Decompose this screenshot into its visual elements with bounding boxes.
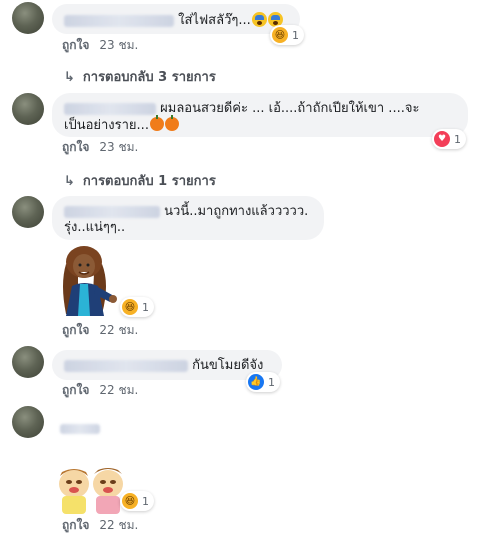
haha-icon: 😆 xyxy=(122,493,138,509)
haha-icon: 😆 xyxy=(272,27,288,43)
timestamp[interactable]: 22 ชม. xyxy=(99,518,138,532)
comment-meta: ถูกใจ 22 ชม. xyxy=(62,518,138,532)
reaction-count: 1 xyxy=(142,300,149,314)
like-link[interactable]: ถูกใจ xyxy=(62,323,89,337)
comment-bubble: ผมลอนสวยดีค่ะ ... เอ้....ถ้าถักเปียให้เข… xyxy=(52,93,468,137)
comment-text-line2: เป็นอย่างราย... xyxy=(64,118,149,133)
comment-meta: ถูกใจ 22 ชม. xyxy=(62,323,138,337)
reply-arrow-icon: ↳ xyxy=(64,70,75,85)
commenter-name[interactable] xyxy=(64,102,156,115)
reaction-count: 1 xyxy=(142,494,149,508)
timestamp[interactable]: 22 ชม. xyxy=(99,323,138,337)
haha-icon: 😆 xyxy=(122,299,138,315)
like-link[interactable]: ถูกใจ xyxy=(62,38,89,52)
comment-text-line1: นวนี้..มาถูกทางแล้ววววว. xyxy=(164,204,309,219)
comment-meta: ถูกใจ 23 ชม. xyxy=(62,140,138,154)
reaction-summary[interactable]: 😆 1 xyxy=(120,297,154,317)
reply-arrow-icon: ↳ xyxy=(64,174,75,189)
pumpkin-icon xyxy=(149,115,164,131)
timestamp[interactable]: 23 ชม. xyxy=(99,38,138,52)
like-link[interactable]: ถูกใจ xyxy=(62,140,89,154)
reaction-summary[interactable]: 😆 1 xyxy=(120,491,154,511)
comment-bubble: ใส่ไฟสลัว๊ๆ... xyxy=(52,4,300,34)
shocked-face-icon xyxy=(251,12,267,27)
like-icon: 👍 xyxy=(248,374,264,390)
reaction-summary[interactable]: 😆 1 xyxy=(270,25,304,45)
reaction-count: 1 xyxy=(292,28,299,42)
comment-text: กันขโมยดีจัง xyxy=(192,358,264,373)
pumpkin-icon xyxy=(164,115,179,131)
comment-meta: ถูกใจ 23 ชม. xyxy=(62,38,138,52)
comment-text-line2: รุ่ง..แน่ๆๆ.. xyxy=(64,220,126,235)
reaction-summary[interactable]: ♥ 1 xyxy=(432,129,466,149)
view-replies-link[interactable]: ↳ การตอบกลับ 3 รายการ xyxy=(64,66,216,87)
commenter-name[interactable] xyxy=(64,14,174,27)
commenter-name[interactable] xyxy=(64,205,160,218)
like-link[interactable]: ถูกใจ xyxy=(62,518,89,532)
love-icon: ♥ xyxy=(434,131,450,147)
commenter-name[interactable] xyxy=(60,418,100,437)
timestamp[interactable]: 23 ชม. xyxy=(99,140,138,154)
avatar[interactable] xyxy=(12,2,44,34)
replies-label: การตอบกลับ 3 รายการ xyxy=(82,70,216,85)
avatar[interactable] xyxy=(12,406,44,438)
comment-text-line1: ผมลอนสวยดีค่ะ ... เอ้....ถ้าถักเปียให้เข… xyxy=(160,101,420,116)
timestamp[interactable]: 22 ชม. xyxy=(99,383,138,397)
comment-meta: ถูกใจ 22 ชม. xyxy=(62,383,138,397)
commenter-name[interactable] xyxy=(64,359,188,372)
comment-bubble: นวนี้..มาถูกทางแล้ววววว. รุ่ง..แน่ๆๆ.. xyxy=(52,196,324,240)
avatar[interactable] xyxy=(12,346,44,378)
view-replies-link[interactable]: ↳ การตอบกลับ 1 รายการ xyxy=(64,170,216,191)
reaction-summary[interactable]: 👍 1 xyxy=(246,372,280,392)
reaction-count: 1 xyxy=(268,375,275,389)
avatar[interactable] xyxy=(12,196,44,228)
sticker-image[interactable] xyxy=(52,462,132,516)
like-link[interactable]: ถูกใจ xyxy=(62,383,89,397)
comment-text: ใส่ไฟสลัว๊ๆ... xyxy=(178,13,251,28)
reaction-count: 1 xyxy=(454,132,461,146)
avatar[interactable] xyxy=(12,93,44,125)
replies-label: การตอบกลับ 1 รายการ xyxy=(82,174,216,189)
